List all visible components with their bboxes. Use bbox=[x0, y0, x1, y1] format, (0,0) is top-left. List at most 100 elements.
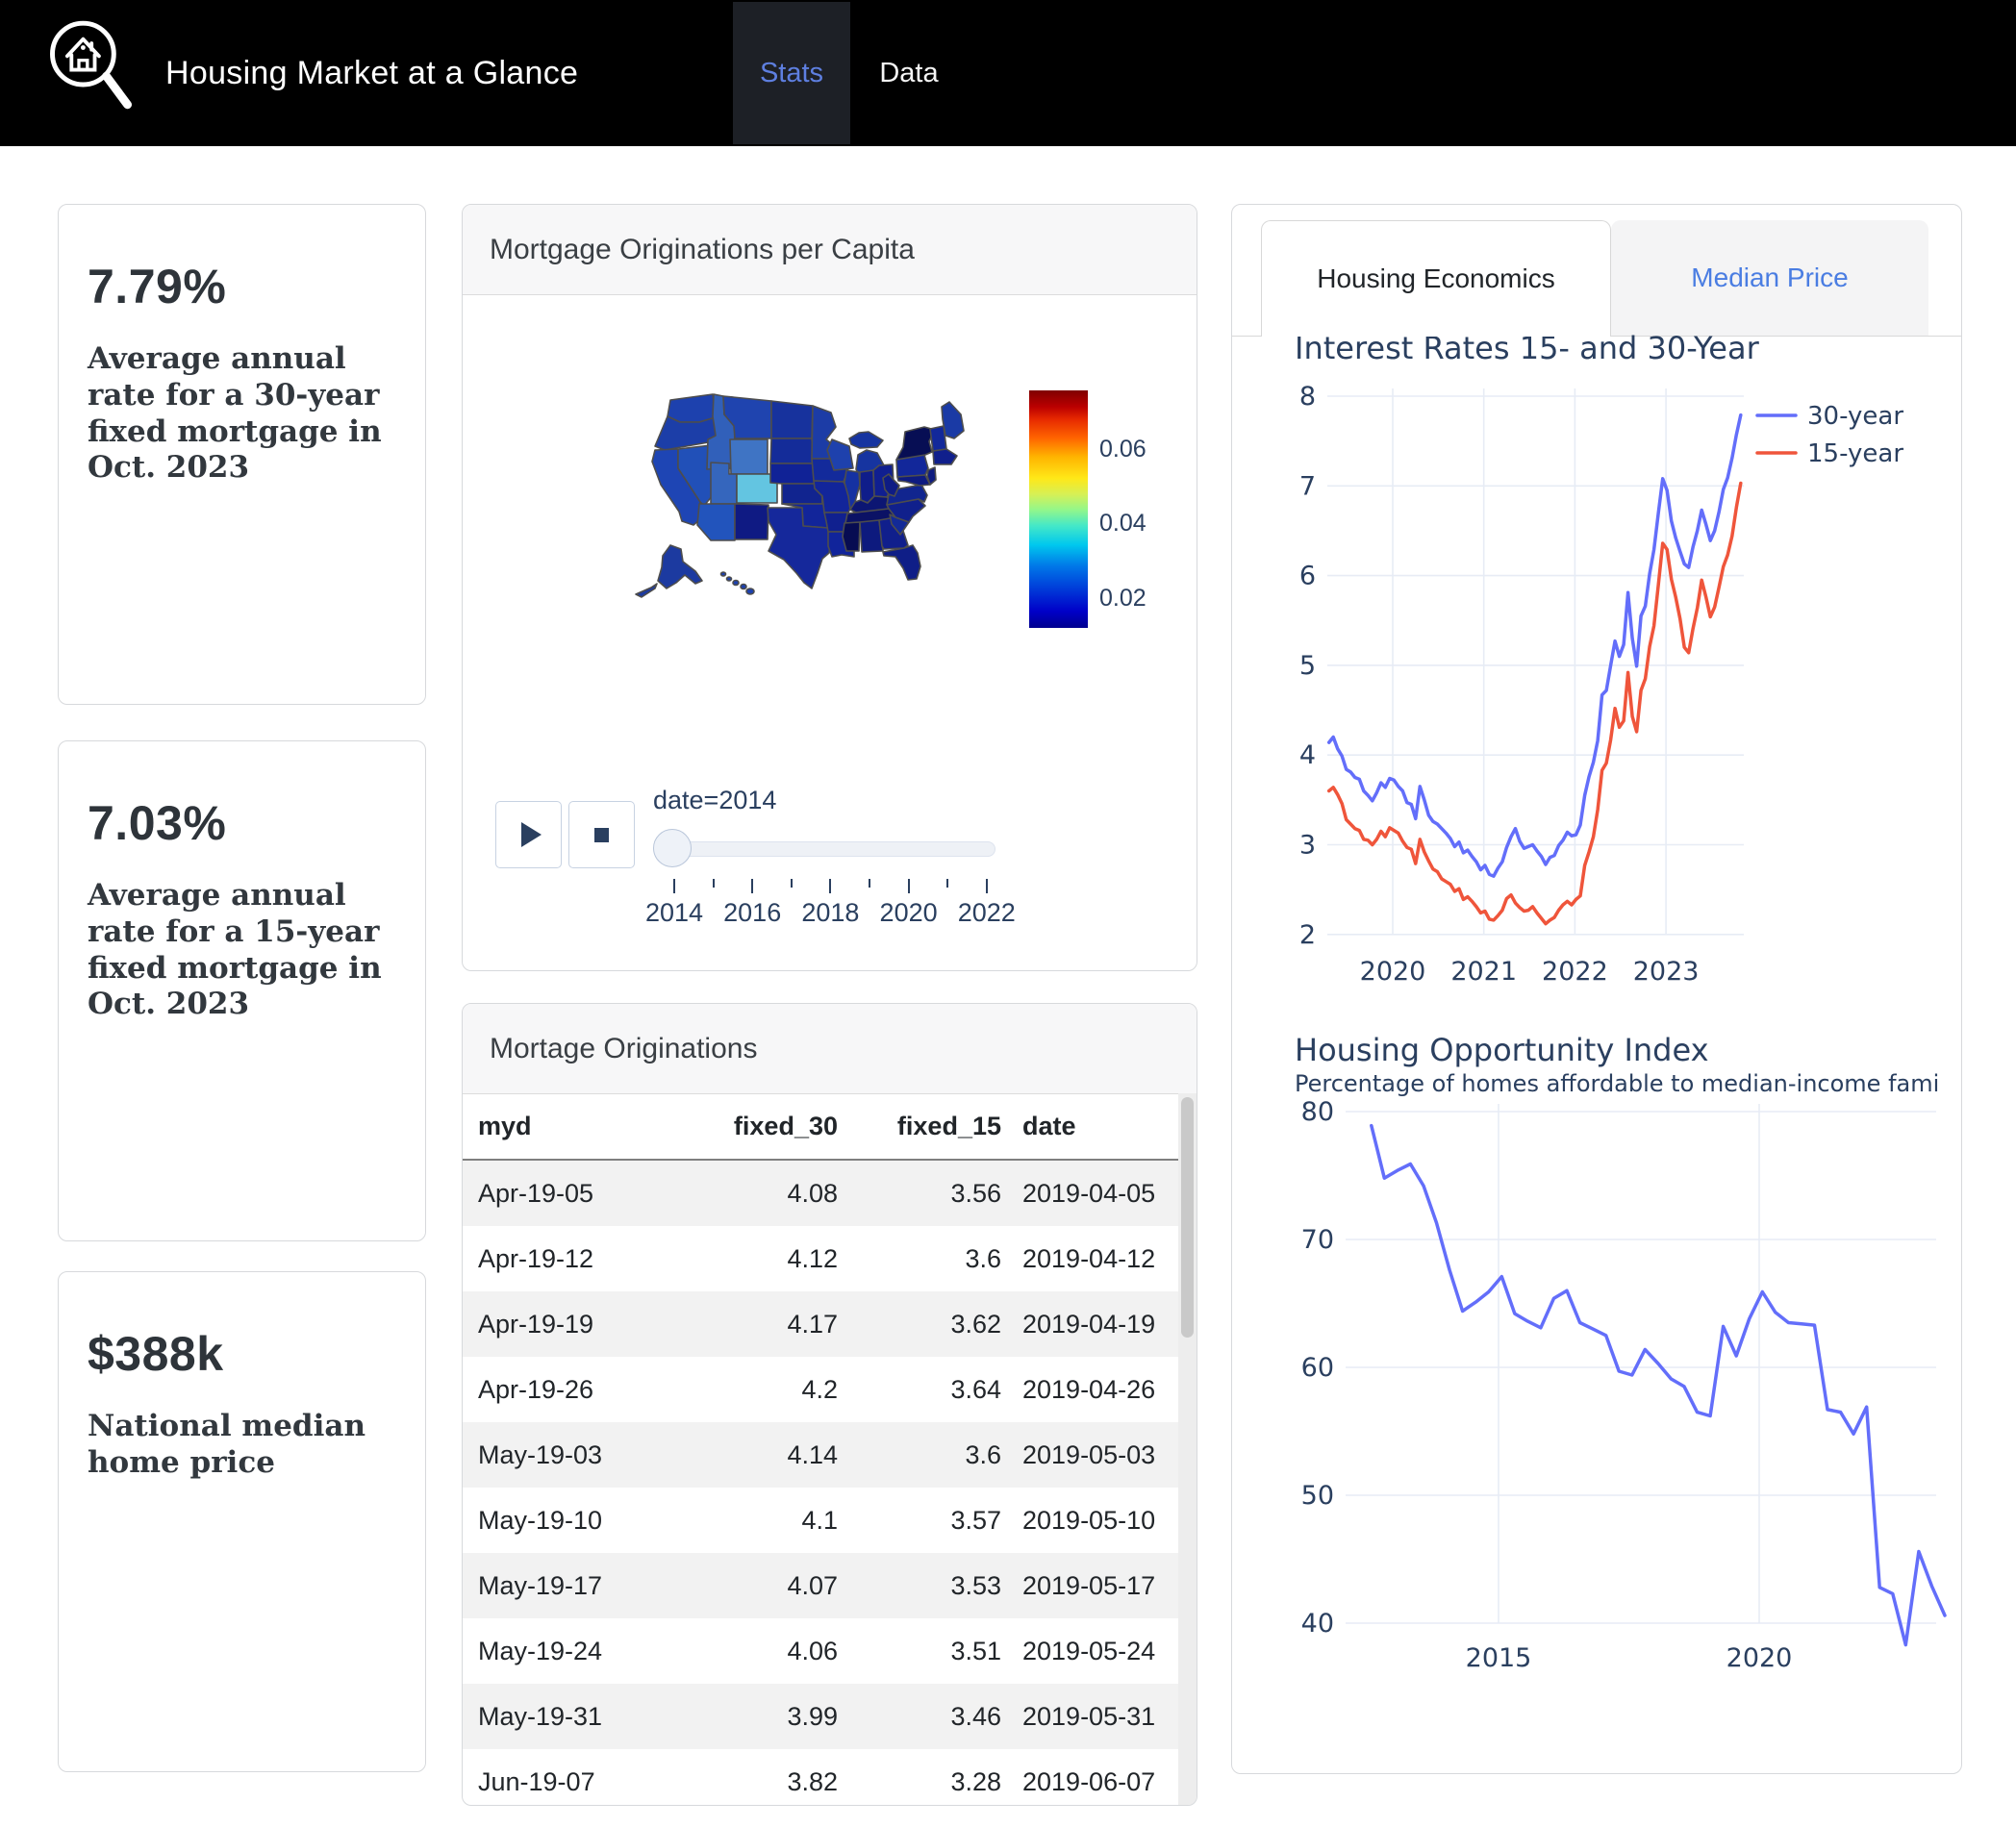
table-cell: 4.06 bbox=[670, 1618, 845, 1684]
slider-date-label: date=2014 bbox=[653, 786, 776, 815]
state-FL[interactable] bbox=[883, 545, 920, 580]
table-cell: Apr-19-19 bbox=[463, 1291, 670, 1357]
state-ND[interactable] bbox=[771, 401, 813, 438]
table-row: Apr-19-124.123.62019-04-12 bbox=[463, 1226, 1197, 1291]
slider-tick bbox=[673, 879, 675, 893]
nav-tab-stats[interactable]: Stats bbox=[733, 2, 850, 144]
table-scrollbar[interactable] bbox=[1178, 1093, 1197, 1805]
state-WY[interactable] bbox=[730, 439, 768, 474]
legend-label: 15-year bbox=[1807, 439, 1903, 468]
state-WA[interactable] bbox=[668, 394, 716, 422]
table-row: May-19-174.073.532019-05-17 bbox=[463, 1553, 1197, 1618]
y-tick-label: 70 bbox=[1301, 1225, 1334, 1255]
table-cell: Jun-19-07 bbox=[463, 1749, 670, 1806]
slider-tick bbox=[713, 879, 715, 888]
state-AK-aleutians[interactable] bbox=[636, 584, 657, 597]
house-magnifier-logo-icon bbox=[37, 12, 142, 137]
tab-housing-economics[interactable]: Housing Economics bbox=[1261, 220, 1611, 337]
table-cell: 3.64 bbox=[845, 1357, 1009, 1422]
table-cell: 2019-05-10 bbox=[1009, 1488, 1197, 1553]
table-row: May-19-244.063.512019-05-24 bbox=[463, 1618, 1197, 1684]
table-cell: 4.14 bbox=[670, 1422, 845, 1488]
table-cell: Apr-19-26 bbox=[463, 1357, 670, 1422]
table-cell: 2019-04-05 bbox=[1009, 1160, 1197, 1226]
state-MS[interactable] bbox=[843, 522, 860, 551]
y-tick-label: 60 bbox=[1301, 1353, 1334, 1383]
x-tick-label: 2022 bbox=[1542, 957, 1608, 987]
col-header-myd: myd bbox=[463, 1093, 670, 1160]
y-tick-label: 6 bbox=[1299, 562, 1316, 591]
state-MD-DE[interactable] bbox=[897, 475, 930, 486]
play-icon bbox=[521, 822, 542, 847]
slider-tick-label: 2018 bbox=[787, 898, 873, 928]
stat-desc-30yr: Average annual rate for a 30-year fixed … bbox=[88, 341, 386, 487]
slider-tick bbox=[791, 879, 793, 888]
charts-panel: Housing Economics Median Price Interest … bbox=[1231, 204, 1962, 1774]
state-MA-CT-RI[interactable] bbox=[933, 449, 957, 464]
nav-tab-data[interactable]: Data bbox=[850, 2, 968, 144]
stop-button[interactable] bbox=[568, 801, 635, 868]
col-header-fixed30: fixed_30 bbox=[670, 1093, 845, 1160]
table-row: Apr-19-194.173.622019-04-19 bbox=[463, 1291, 1197, 1357]
state-AZ[interactable] bbox=[697, 504, 735, 540]
y-tick-label: 50 bbox=[1301, 1481, 1334, 1511]
table-row: May-19-104.13.572019-05-10 bbox=[463, 1488, 1197, 1553]
mortgage-rates-table: myd fixed_30 fixed_15 date Apr-19-054.08… bbox=[463, 1093, 1197, 1806]
state-VT-NH[interactable] bbox=[930, 426, 946, 451]
table-cell: 3.46 bbox=[845, 1684, 1009, 1749]
slider-tick bbox=[751, 879, 753, 893]
state-AK[interactable] bbox=[658, 545, 702, 588]
x-tick-label: 2021 bbox=[1450, 957, 1517, 987]
slider-tick-label: 2022 bbox=[944, 898, 1030, 928]
state-SD[interactable] bbox=[770, 438, 814, 463]
table-cell: 4.17 bbox=[670, 1291, 845, 1357]
table-cell: 2019-05-24 bbox=[1009, 1618, 1197, 1684]
map-card: Mortgage Originations per Capita bbox=[462, 204, 1197, 971]
table-scrollbar-thumb[interactable] bbox=[1181, 1097, 1194, 1338]
stat-value-15yr: 7.03% bbox=[88, 795, 398, 851]
y-tick-label: 3 bbox=[1299, 831, 1316, 861]
colorbar-label-low: 0.02 bbox=[1099, 585, 1147, 613]
table-cell: May-19-24 bbox=[463, 1618, 670, 1684]
dashboard-page: Housing Market at a Glance Stats Data 7.… bbox=[0, 0, 2016, 1827]
slider-tick-label: 2014 bbox=[631, 898, 718, 928]
y-tick-label: 8 bbox=[1299, 382, 1316, 412]
table-row: May-19-313.993.462019-05-31 bbox=[463, 1684, 1197, 1749]
table-cell: 3.57 bbox=[845, 1488, 1009, 1553]
table-cell: 3.6 bbox=[845, 1226, 1009, 1291]
x-tick-label: 2020 bbox=[1726, 1643, 1793, 1673]
table-card-title: Mortage Originations bbox=[463, 1004, 1197, 1094]
map-card-title: Mortgage Originations per Capita bbox=[463, 205, 1197, 295]
table-cell: 2019-06-07 bbox=[1009, 1749, 1197, 1806]
series-30-year bbox=[1329, 415, 1741, 877]
play-button[interactable] bbox=[495, 801, 562, 868]
y-tick-label: 7 bbox=[1299, 471, 1316, 501]
table-cell: 3.56 bbox=[845, 1160, 1009, 1226]
x-tick-label: 2015 bbox=[1466, 1643, 1532, 1673]
slider-tick bbox=[869, 879, 870, 888]
date-slider-handle[interactable] bbox=[653, 829, 692, 867]
table-cell: May-19-31 bbox=[463, 1684, 670, 1749]
stat-desc-15yr: Average annual rate for a 15-year fixed … bbox=[88, 878, 386, 1023]
colorbar-label-high: 0.06 bbox=[1099, 436, 1147, 463]
stat-desc-median-price: National median home price bbox=[88, 1409, 386, 1482]
table-cell: Apr-19-12 bbox=[463, 1226, 670, 1291]
table-cell: 3.51 bbox=[845, 1618, 1009, 1684]
table-header-row: myd fixed_30 fixed_15 date bbox=[463, 1093, 1197, 1160]
table-card: Mortage Originations myd fixed_30 fixed_… bbox=[462, 1003, 1197, 1806]
col-header-fixed15: fixed_15 bbox=[845, 1093, 1009, 1160]
state-HI[interactable] bbox=[721, 572, 755, 594]
colorbar-label-mid: 0.04 bbox=[1099, 510, 1147, 538]
stat-card-median-price: $388k National median home price bbox=[58, 1271, 426, 1772]
chart-title: Housing Opportunity Index bbox=[1295, 1032, 1709, 1068]
table-cell: May-19-03 bbox=[463, 1422, 670, 1488]
table-cell: Apr-19-05 bbox=[463, 1160, 670, 1226]
table-cell: 4.1 bbox=[670, 1488, 845, 1553]
state-NM[interactable] bbox=[735, 504, 769, 539]
state-MI-upper[interactable] bbox=[849, 432, 883, 448]
date-slider-track[interactable] bbox=[655, 841, 995, 857]
stat-value-median-price: $388k bbox=[88, 1326, 398, 1382]
x-tick-label: 2020 bbox=[1360, 957, 1426, 987]
state-NY[interactable] bbox=[896, 427, 935, 460]
table-cell: 3.6 bbox=[845, 1422, 1009, 1488]
